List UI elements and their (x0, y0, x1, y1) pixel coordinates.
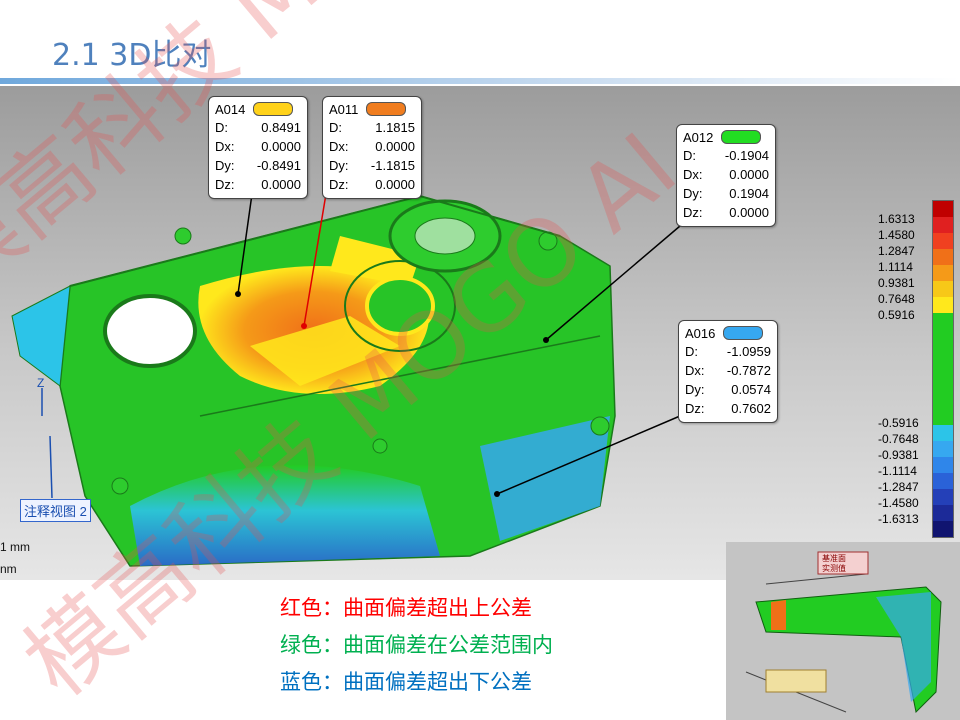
legend-segment (933, 281, 953, 297)
part-model[interactable] (0, 86, 960, 580)
legend-segment-in-tolerance (933, 313, 953, 425)
scale-label-2: nm (0, 562, 17, 576)
legend-label: -1.4580 (878, 496, 919, 510)
legend-label: 0.9381 (878, 276, 915, 290)
legend-label: 1.1114 (878, 260, 913, 274)
callout-row-dz: Dz: 0.0000 (215, 177, 301, 192)
legend-label: 1.6313 (878, 212, 915, 226)
legend-label: -1.6313 (878, 512, 919, 526)
axis-z-label: Z (37, 376, 45, 390)
legend-segment (933, 521, 953, 537)
note-red: 红色：曲面偏差超出上公差 (280, 596, 532, 620)
legend-label: -1.1114 (878, 464, 917, 478)
legend-label: 0.7648 (878, 292, 915, 306)
title-divider (0, 78, 960, 84)
callout-row-dy: Dy: 0.1904 (683, 186, 769, 201)
callout-a016[interactable]: A016 D: -1.0959 Dx: -0.7872 Dy: 0.0574 Dz: 0… (678, 320, 778, 423)
callout-row-dy: Dy: -0.8491 (215, 158, 301, 173)
callout-row-dz: Dz: 0.0000 (329, 177, 415, 192)
callout-row-dx: Dx: 0.0000 (215, 139, 301, 154)
callout-row-dx: Dx: 0.0000 (683, 167, 769, 182)
legend-segment (933, 505, 953, 521)
callout-a011[interactable]: A011 D: 1.1815 Dx: 0.0000 Dy: -1.1815 Dz: 0.… (322, 96, 422, 199)
callout-row-dy: Dy: -1.1815 (329, 158, 415, 173)
callout-row-dz: Dz: 0.0000 (683, 205, 769, 220)
callout-id: A011 (329, 101, 359, 117)
legend-segment (933, 473, 953, 489)
callout-id: A014 (215, 101, 246, 117)
callout-row-dx: Dx: -0.7872 (685, 363, 771, 378)
annotation-view-tag[interactable]: 注释视图 2 (20, 499, 91, 522)
legend-segment (933, 265, 953, 281)
legend-segment (933, 233, 953, 249)
callout-a014[interactable]: A014 D: 0.8491 Dx: 0.0000 Dy: -0.8491 Dz: 0.… (208, 96, 308, 199)
legend-label: 1.2847 (878, 244, 915, 258)
callout-id: A016 (685, 325, 716, 341)
thumbnail-tag-2: 实测值 (822, 564, 846, 573)
slide-title: 2.1 3D比对 (52, 38, 212, 73)
legend-segment (933, 201, 953, 217)
callout-row-d: D: 1.1815 (329, 120, 415, 135)
deviation-swatch (253, 102, 294, 116)
legend-segment (933, 489, 953, 505)
callout-row-dz: Dz: 0.7602 (685, 401, 771, 416)
callout-row-d: D: 0.8491 (215, 120, 301, 135)
thumbnail-inset-image: 基准面 实测值 (726, 542, 960, 720)
deviation-swatch (723, 326, 764, 340)
legend-label: -0.7648 (878, 432, 919, 446)
3d-viewport[interactable]: Z Y 注释视图 2 1 mm nm (0, 86, 960, 580)
note-green: 绿色：曲面偏差在公差范围内 (280, 633, 553, 657)
callout-id: A012 (683, 129, 714, 145)
legend-color-bar (932, 200, 954, 538)
legend-label: -1.2847 (878, 480, 919, 494)
legend-segment (933, 249, 953, 265)
callout-row-dx: Dx: 0.0000 (329, 139, 415, 154)
deviation-swatch (721, 130, 762, 144)
legend-segment (933, 217, 953, 233)
legend-label: 0.5916 (878, 308, 915, 322)
callout-a012[interactable]: A012 D: -0.1904 Dx: 0.0000 Dy: 0.1904 Dz: 0.… (676, 124, 776, 227)
callout-row-dy: Dy: 0.0574 (685, 382, 771, 397)
deviation-swatch (366, 102, 407, 116)
y-axis-line (49, 435, 53, 499)
legend-label: 1.4580 (878, 228, 915, 242)
legend-segment (933, 457, 953, 473)
legend-label: -0.9381 (878, 448, 919, 462)
note-blue: 蓝色：曲面偏差超出下公差 (280, 670, 532, 694)
legend-segment (933, 425, 953, 441)
deviation-color-legend: 1.6313 1.4580 1.2847 1.1114 0.9381 0.764… (872, 200, 960, 538)
legend-segment (933, 441, 953, 457)
scale-label-1: 1 mm (0, 540, 30, 554)
callout-row-d: D: -1.0959 (685, 344, 771, 359)
color-meaning-notes: 红色：曲面偏差超出上公差 绿色：曲面偏差在公差范围内 蓝色：曲面偏差超出下公差 (280, 590, 553, 701)
callout-row-d: D: -0.1904 (683, 148, 769, 163)
legend-segment (933, 297, 953, 313)
legend-label: -0.5916 (878, 416, 919, 430)
